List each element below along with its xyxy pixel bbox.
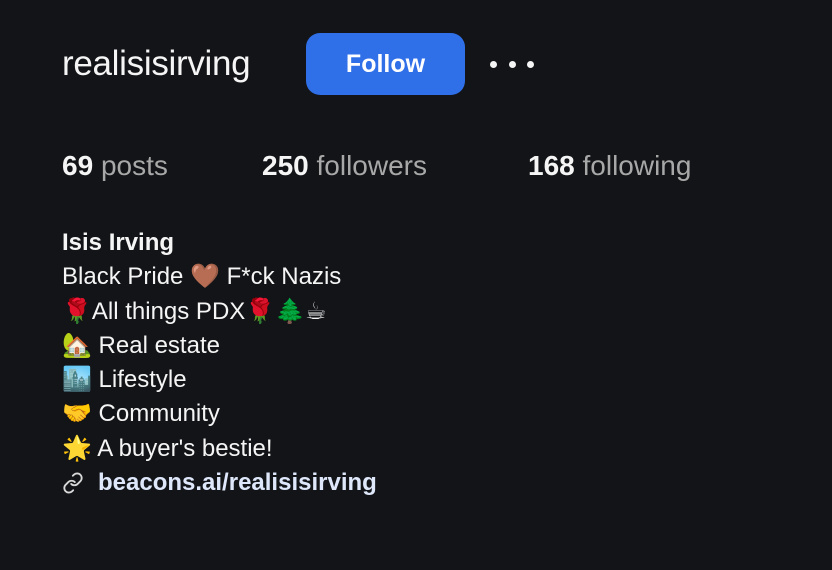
- more-dot-1: [490, 60, 497, 68]
- bio-line: 🏡 Real estate: [62, 331, 220, 359]
- bio-display-name: Isis Irving: [62, 229, 175, 256]
- bio-line: 🏙️ Lifestyle: [62, 366, 187, 394]
- bio-line: 🤝 Community: [62, 400, 220, 428]
- bio-link[interactable]: beacons.ai/realisisirving: [98, 466, 377, 500]
- link-icon: [63, 472, 83, 494]
- more-dot-3: [527, 60, 534, 68]
- more-dot-2: [508, 60, 516, 68]
- posts-stat[interactable]: 69 posts: [62, 150, 168, 182]
- following-count: 168: [528, 150, 575, 181]
- bio-line: 🌹All things PDX🌹🌲☕: [62, 297, 327, 325]
- follow-button[interactable]: Follow: [306, 33, 465, 95]
- profile-page: realisisirving Follow 69 posts 250 follo…: [0, 0, 832, 570]
- bio-line: Black Pride 🤎 F*ck Nazis: [62, 263, 342, 291]
- profile-bio: Isis Irving Black Pride 🤎 F*ck Nazis 🌹Al…: [62, 226, 762, 500]
- profile-header: realisisirving Follow: [62, 33, 534, 95]
- followers-count: 250: [262, 150, 309, 181]
- followers-stat[interactable]: 250 followers: [262, 150, 427, 182]
- followers-label: followers: [316, 150, 427, 181]
- bio-link-row[interactable]: beacons.ai/realisisirving: [62, 466, 762, 500]
- posts-count: 69: [62, 150, 94, 181]
- profile-stats: 69 posts 250 followers 168 following: [62, 150, 762, 186]
- posts-label: posts: [100, 150, 168, 181]
- following-label: following: [582, 150, 692, 181]
- bio-line: 🌟 A buyer's bestie!: [62, 434, 273, 462]
- following-stat[interactable]: 168 following: [528, 150, 691, 182]
- profile-username: realisisirving: [62, 44, 251, 83]
- more-options-icon[interactable]: [490, 51, 534, 77]
